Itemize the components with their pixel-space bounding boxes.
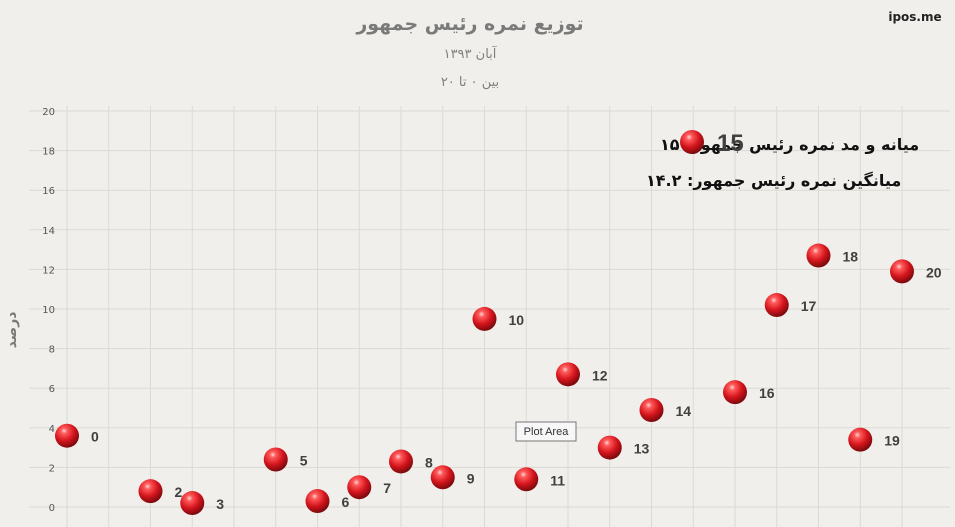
- legend-value: 15: [717, 130, 744, 157]
- y-tick-label: 4: [49, 424, 55, 435]
- data-point-label: 8: [425, 454, 433, 470]
- data-point-marker: [764, 293, 789, 318]
- y-tick-label: 20: [42, 107, 55, 118]
- data-point-label: 13: [634, 441, 650, 457]
- data-point-marker: [723, 380, 747, 405]
- data-point-marker: [597, 435, 622, 460]
- y-tick-label: 12: [42, 265, 55, 276]
- data-point-label: 5: [300, 452, 308, 468]
- data-point-label: 16: [759, 385, 775, 401]
- data-point-label: 10: [509, 312, 525, 328]
- data-point-marker: [556, 362, 580, 387]
- y-tick-label: 6: [49, 384, 55, 395]
- y-tick-label: 18: [42, 147, 55, 158]
- chart-subtitle-range: بین ۰ تا ۲۰: [441, 75, 499, 90]
- data-point-marker: [138, 479, 163, 504]
- y-tick-label: 0: [49, 503, 55, 514]
- data-point-marker: [472, 306, 497, 331]
- y-tick-label: 8: [49, 345, 55, 356]
- chart-title: توزیع نمره رئیس جمهور: [355, 13, 583, 35]
- data-point-marker: [305, 489, 330, 514]
- data-point-marker: [55, 423, 79, 448]
- data-point-marker: [430, 465, 455, 490]
- y-axis-label: درصد: [4, 312, 20, 349]
- mean-annotation: میانگین نمره رئیس جمهور: ۱۴.۲: [646, 171, 901, 190]
- y-tick-label: 10: [42, 305, 55, 316]
- data-point-label: 20: [926, 264, 942, 280]
- data-point-label: 7: [383, 480, 391, 496]
- legend-marker: [680, 130, 704, 154]
- data-point-label: 12: [592, 367, 608, 383]
- data-point-label: 0: [91, 429, 99, 445]
- watermark-text: ipos.me: [888, 10, 941, 24]
- data-point-marker: [806, 243, 831, 268]
- data-point-label: 18: [843, 249, 859, 265]
- tooltip-text: Plot Area: [524, 426, 570, 438]
- y-tick-label: 16: [42, 186, 55, 197]
- data-point-marker: [389, 449, 413, 474]
- data-point-label: 6: [342, 494, 350, 510]
- data-point-marker: [263, 447, 288, 472]
- plot-area-tooltip: Plot Area: [515, 421, 577, 442]
- data-point-marker: [180, 491, 205, 516]
- data-point-label: 19: [884, 433, 900, 449]
- data-point-label: 2: [175, 484, 183, 500]
- chart-subtitle: آبان ۱۳۹۳: [444, 45, 498, 62]
- data-point-label: 9: [467, 470, 475, 486]
- data-point-label: 11: [550, 472, 565, 488]
- y-tick-label: 2: [49, 463, 55, 474]
- scatter-chart: توزیع نمره رئیس جمهور آبان ۱۳۹۳ بین ۰ تا…: [0, 0, 955, 527]
- data-point-marker: [514, 467, 539, 492]
- data-point-label: 3: [216, 496, 224, 512]
- data-point-label: 14: [676, 403, 692, 419]
- data-point-marker: [347, 475, 372, 500]
- data-point-marker: [848, 427, 873, 452]
- y-tick-label: 14: [42, 226, 55, 237]
- data-point-label: 17: [801, 298, 817, 314]
- data-point-marker: [639, 397, 664, 422]
- data-point-marker: [890, 259, 914, 284]
